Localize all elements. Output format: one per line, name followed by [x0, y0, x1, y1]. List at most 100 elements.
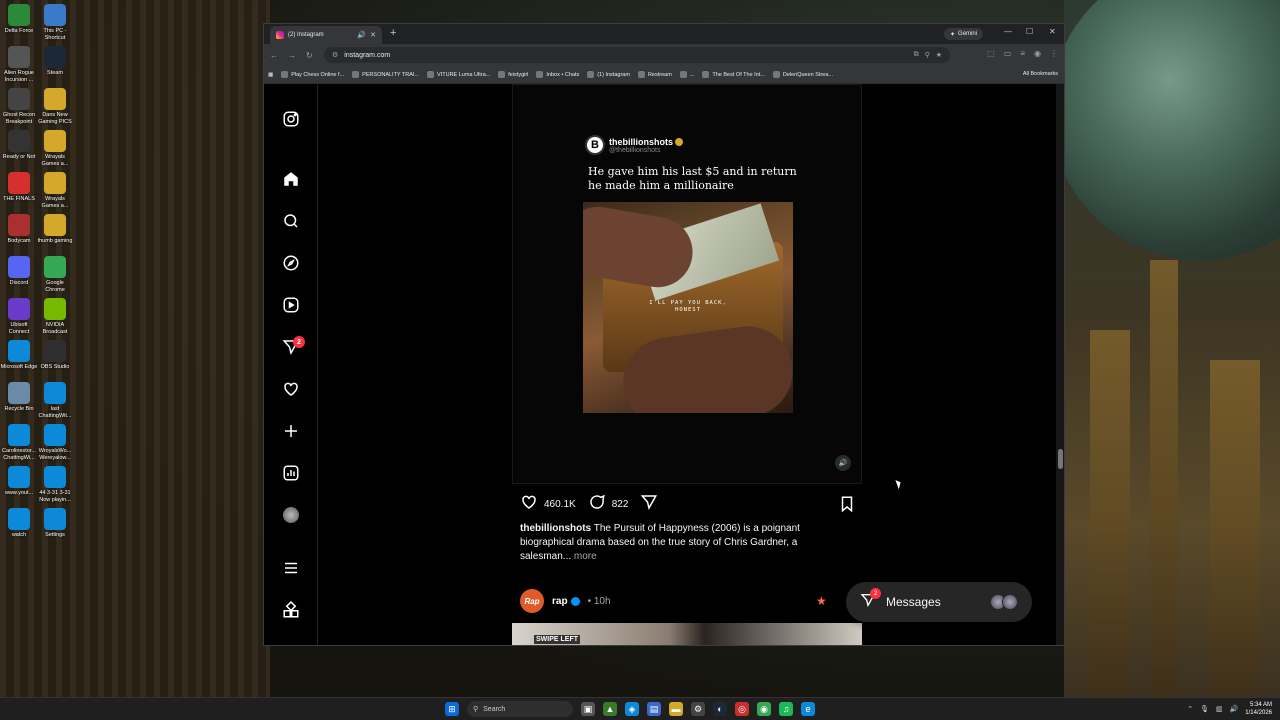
- bookmark-item[interactable]: PERSONALITY TRAI...: [352, 71, 419, 78]
- apps-icon[interactable]: ▦: [268, 72, 273, 78]
- install-icon[interactable]: ⧉: [914, 51, 919, 59]
- like-icon[interactable]: [520, 493, 538, 516]
- app-icon[interactable]: ▲: [603, 702, 617, 716]
- desktop-shortcut[interactable]: THE FINALS: [0, 172, 38, 203]
- post-media[interactable]: B thebillionshots @thebillionshots He ga…: [512, 84, 862, 484]
- profile-icon[interactable]: ◉: [1034, 49, 1041, 58]
- desktop-shortcut[interactable]: Delta Force: [0, 4, 38, 35]
- comment-icon[interactable]: [588, 493, 606, 516]
- address-bar[interactable]: ⚙ instagram.com ⧉ ⚲ ★: [324, 47, 950, 63]
- desktop-shortcut[interactable]: OBS Studio: [36, 340, 74, 371]
- comment-count[interactable]: 822: [612, 499, 629, 510]
- desktop-shortcut[interactable]: www.yout...: [0, 466, 38, 497]
- like-count[interactable]: 460.1K: [544, 499, 576, 510]
- desktop-shortcut[interactable]: Wrayals Games a...: [36, 172, 74, 210]
- desktop-shortcut[interactable]: Alien Rogue Incursion ...: [0, 46, 38, 84]
- clock[interactable]: 5:34 AM 1/14/2026: [1245, 701, 1272, 717]
- bookmark-item[interactable]: VITURE Luma Ultra...: [427, 71, 490, 78]
- back-button[interactable]: ←: [270, 51, 278, 60]
- maximize-button[interactable]: ☐: [1026, 27, 1033, 36]
- home-icon[interactable]: [280, 168, 302, 190]
- forward-button[interactable]: →: [288, 51, 296, 60]
- also-from-meta-icon[interactable]: [280, 599, 302, 621]
- dashboard-icon[interactable]: [280, 462, 302, 484]
- spotify-icon[interactable]: ♫: [779, 702, 793, 716]
- desktop-shortcut[interactable]: Google Chrome: [36, 256, 74, 294]
- steam-icon[interactable]: ◐: [713, 702, 727, 716]
- chevron-up-icon[interactable]: ⌃: [1187, 705, 1193, 713]
- profile-avatar[interactable]: [280, 504, 302, 526]
- bookmark-item[interactable]: The Best Of The Int...: [702, 71, 765, 78]
- desktop-shortcut[interactable]: thumb gaming: [36, 214, 74, 245]
- bookmark-item[interactable]: Restream: [637, 71, 672, 78]
- minimize-button[interactable]: —: [1004, 27, 1012, 36]
- desktop-shortcut[interactable]: watch: [0, 508, 38, 539]
- app-icon[interactable]: ◎: [735, 702, 749, 716]
- caption-more-link[interactable]: more: [571, 551, 597, 562]
- bookmark-star-icon[interactable]: ★: [936, 51, 942, 59]
- page-scrollbar[interactable]: [1056, 84, 1064, 645]
- save-icon[interactable]: [838, 495, 856, 518]
- network-icon[interactable]: ▥: [1216, 705, 1223, 713]
- bookmark-item[interactable]: Inbox • Chats: [536, 71, 579, 78]
- more-menu-icon[interactable]: [280, 557, 302, 579]
- bookmark-item[interactable]: Play Chess Online f...: [281, 71, 344, 78]
- desktop-shortcut[interactable]: Steam: [36, 46, 74, 77]
- close-tab-icon[interactable]: ✕: [370, 31, 376, 39]
- desktop-shortcut[interactable]: last ChattingWit...: [36, 382, 74, 420]
- desktop-shortcut[interactable]: Carolinestor... ChattingWi...: [0, 424, 38, 462]
- desktop-shortcut[interactable]: Dans New Gaming PICS: [36, 88, 74, 126]
- all-bookmarks-button[interactable]: All Bookmarks: [1023, 71, 1058, 77]
- favorite-star-icon[interactable]: ★: [816, 594, 827, 608]
- copilot-icon[interactable]: ◈: [625, 702, 639, 716]
- bookmark-item[interactable]: (1) Instagram: [587, 71, 630, 78]
- rap-username[interactable]: rap: [552, 596, 580, 607]
- extensions-icon[interactable]: ⬚: [987, 49, 995, 58]
- edge-icon[interactable]: e: [801, 702, 815, 716]
- desktop-shortcut[interactable]: WroyalsWo... Wereyalow...: [36, 424, 74, 462]
- file-explorer-icon[interactable]: ▬: [669, 702, 683, 716]
- mic-icon[interactable]: 🎙: [1200, 705, 1209, 713]
- desktop-shortcut[interactable]: Ready or Not: [0, 130, 38, 161]
- reload-button[interactable]: ↻: [306, 51, 313, 60]
- desktop-shortcut[interactable]: This PC - Shortcut: [36, 4, 74, 42]
- side-panel-icon[interactable]: ▭: [1004, 49, 1012, 58]
- heart-icon[interactable]: [280, 378, 302, 400]
- next-post-media[interactable]: SWIPE LEFT: [512, 623, 862, 645]
- share-icon[interactable]: [640, 493, 658, 516]
- bookmark-item[interactable]: DeleriQueen Strea...: [772, 71, 833, 78]
- desktop-shortcut[interactable]: Settings: [36, 508, 74, 539]
- zoom-icon[interactable]: ⚲: [925, 51, 930, 59]
- bookmark-item[interactable]: feistygirl: [498, 71, 528, 78]
- bookmark-item[interactable]: ...: [679, 71, 694, 78]
- scrollbar-thumb[interactable]: [1058, 449, 1063, 469]
- media-icon[interactable]: ≡: [1020, 49, 1025, 58]
- desktop-shortcut[interactable]: Recycle Bin: [0, 382, 38, 413]
- instagram-logo-icon[interactable]: [280, 108, 302, 130]
- taskbar-search[interactable]: ⚲ Search: [467, 701, 573, 717]
- menu-icon[interactable]: ⋮: [1050, 49, 1058, 58]
- chrome-icon[interactable]: ◉: [757, 702, 771, 716]
- create-icon[interactable]: [280, 420, 302, 442]
- gemini-button[interactable]: ✦ Gemini: [944, 28, 984, 40]
- reels-icon[interactable]: [280, 294, 302, 316]
- desktop-shortcut[interactable]: Ubisoft Connect: [0, 298, 38, 336]
- messages-button[interactable]: 2 Messages: [846, 582, 1032, 622]
- close-window-button[interactable]: ✕: [1049, 27, 1056, 36]
- search-icon[interactable]: [280, 210, 302, 232]
- desktop-shortcut[interactable]: Bodycam: [0, 214, 38, 245]
- desktop-shortcut[interactable]: NVIDIA Broadcast: [36, 298, 74, 336]
- desktop-shortcut[interactable]: Ghost Recon Breakpoint: [0, 88, 38, 126]
- desktop-shortcut[interactable]: Microsoft Edge: [0, 340, 38, 371]
- settings-icon[interactable]: ⚙: [691, 702, 705, 716]
- rap-avatar[interactable]: Rap: [520, 589, 544, 613]
- desktop-shortcut[interactable]: 44 3-31 3-31 Now playin...: [36, 466, 74, 504]
- desktop-shortcut[interactable]: Discord: [0, 256, 38, 287]
- store-icon[interactable]: ▤: [647, 702, 661, 716]
- site-info-icon[interactable]: ⚙: [332, 51, 338, 59]
- desktop-shortcut[interactable]: Wrayals Games a...: [36, 130, 74, 168]
- new-tab-button[interactable]: +: [390, 27, 396, 39]
- audio-toggle-button[interactable]: 🔊: [835, 455, 851, 471]
- tab-instagram[interactable]: (2) Instagram 🔊 ✕: [270, 26, 382, 44]
- caption-username[interactable]: thebillionshots: [520, 523, 591, 534]
